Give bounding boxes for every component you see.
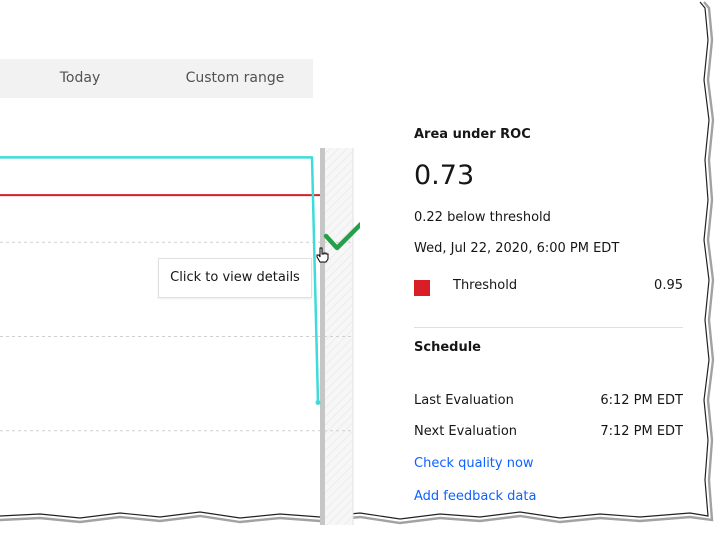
metric-value: 0.73 (414, 160, 475, 191)
tab-today[interactable]: Today (38, 59, 122, 98)
schedule-title: Schedule (414, 340, 481, 355)
last-evaluation-value: 6:12 PM EDT (600, 393, 683, 408)
threshold-label: Threshold (453, 278, 518, 293)
details-tooltip[interactable]: Click to view details (158, 258, 312, 298)
tab-custom-range[interactable]: Custom range (170, 59, 300, 98)
check-quality-now-link[interactable]: Check quality now (414, 456, 534, 471)
model-monitor-page: Today Custom range Click to view details (0, 0, 721, 536)
next-evaluation-value: 7:12 PM EDT (600, 424, 683, 439)
add-feedback-data-link[interactable]: Add feedback data (414, 489, 536, 504)
evaluation-date: Wed, Jul 22, 2020, 6:00 PM EDT (414, 241, 620, 256)
chart-canvas (0, 148, 360, 525)
metric-title: Area under ROC (414, 127, 531, 142)
last-evaluation-label: Last Evaluation (414, 393, 514, 408)
series-point[interactable] (315, 399, 321, 405)
panel-divider (414, 327, 683, 328)
next-evaluation-label: Next Evaluation (414, 424, 518, 439)
threshold-value: 0.95 (654, 278, 683, 293)
selected-point-bar[interactable] (320, 148, 325, 525)
threshold-color-swatch (414, 280, 430, 296)
time-range-switcher: Today Custom range (0, 59, 313, 98)
below-threshold-text: 0.22 below threshold (414, 210, 551, 225)
quality-chart (0, 130, 360, 525)
